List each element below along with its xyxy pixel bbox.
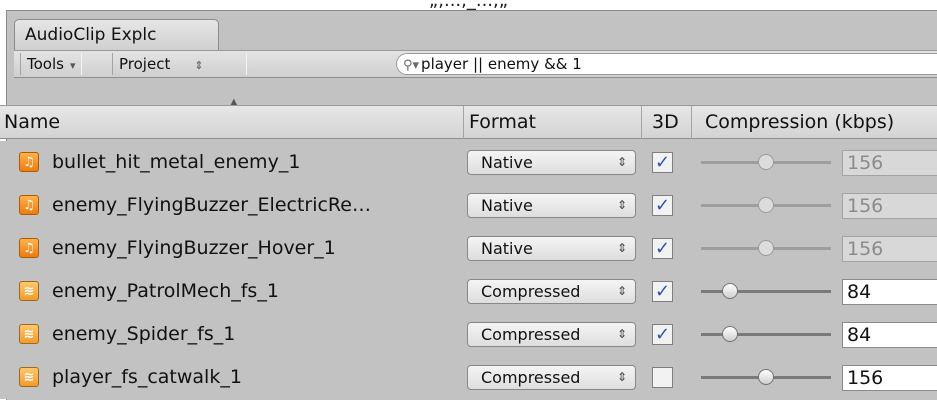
format-value: Compressed: [481, 325, 581, 344]
column-header-compression[interactable]: Compression (kbps): [692, 106, 937, 139]
tools-dropdown[interactable]: Tools ▾: [20, 53, 83, 75]
table-row[interactable]: ≋ player_fs_catwalk_1 Compressed ⇕ 156: [0, 356, 937, 399]
tab-audioclip-explorer[interactable]: AudioClip Explc: [14, 19, 219, 50]
compression-input: 156: [842, 193, 937, 219]
clip-name: enemy_PatrolMech_fs_1: [52, 280, 279, 302]
project-dropdown[interactable]: Project ⇕: [112, 53, 247, 75]
3d-checkbox[interactable]: ✓: [652, 152, 673, 173]
updown-arrow-icon: ⇕: [616, 370, 627, 384]
cropped-window-title: „,...,_...,„: [428, 0, 509, 11]
clip-name: enemy_Spider_fs_1: [52, 323, 236, 345]
compression-input[interactable]: 84: [842, 279, 937, 305]
updown-arrow-icon: ⇕: [616, 327, 627, 341]
format-dropdown[interactable]: Compressed ⇕: [467, 279, 636, 304]
compression-slider-knob[interactable]: [758, 240, 774, 256]
compressed-audio-icon: ≋: [19, 281, 39, 301]
updown-arrow-icon: ⇕: [616, 198, 627, 212]
column-header-3d[interactable]: 3D: [642, 106, 692, 139]
audio-clip-icon: ♫: [19, 238, 39, 258]
updown-arrow-icon: ⇕: [194, 59, 204, 72]
3d-checkbox[interactable]: ✓: [652, 324, 673, 345]
compression-slider-knob[interactable]: [722, 326, 738, 342]
3d-checkbox[interactable]: ✓: [652, 238, 673, 259]
compression-slider-track[interactable]: [701, 290, 831, 293]
format-value: Native: [481, 153, 533, 172]
3d-checkbox[interactable]: ✓: [652, 195, 673, 216]
format-dropdown[interactable]: Native ⇕: [467, 193, 636, 218]
updown-arrow-icon: ⇕: [616, 284, 627, 298]
tools-label: Tools: [27, 55, 64, 73]
format-value: Compressed: [481, 282, 581, 301]
compression-input: 156: [842, 150, 937, 176]
clip-name: enemy_FlyingBuzzer_Hover_1: [52, 237, 336, 259]
audio-clip-icon: ♫: [19, 152, 39, 172]
table-row[interactable]: ≋ enemy_PatrolMech_fs_1 Compressed ⇕ ✓ 8…: [0, 270, 937, 313]
updown-arrow-icon: ⇕: [616, 241, 627, 255]
3d-checkbox[interactable]: ✓: [652, 281, 673, 302]
project-label: Project: [119, 55, 171, 73]
search-icon[interactable]: ⚲▾: [403, 58, 419, 73]
compressed-audio-icon: ≋: [19, 324, 39, 344]
toolbar: Tools ▾ Project ⇕ ⚲▾ player || enemy && 1: [14, 50, 937, 78]
compression-input: 156: [842, 236, 937, 262]
format-value: Compressed: [481, 368, 581, 387]
compression-slider-knob[interactable]: [758, 154, 774, 170]
column-header-name[interactable]: Name: [0, 106, 464, 139]
compressed-audio-icon: ≋: [19, 367, 39, 387]
updown-arrow-icon: ⇕: [616, 155, 627, 169]
3d-checkbox[interactable]: [652, 367, 673, 388]
format-value: Native: [481, 239, 533, 258]
compression-slider-knob[interactable]: [722, 283, 738, 299]
clip-name: bullet_hit_metal_enemy_1: [52, 151, 301, 173]
clip-name: enemy_FlyingBuzzer_ElectricRe…: [52, 194, 371, 216]
search-input[interactable]: player || enemy && 1: [421, 55, 582, 73]
format-dropdown[interactable]: Compressed ⇕: [467, 322, 636, 347]
table-row[interactable]: ≋ enemy_Spider_fs_1 Compressed ⇕ ✓ 84: [0, 313, 937, 356]
compression-input[interactable]: 84: [842, 322, 937, 348]
table-header: Name Format 3D Compression (kbps): [0, 105, 937, 139]
table-row[interactable]: ♫ enemy_FlyingBuzzer_ElectricRe… Native …: [0, 184, 937, 227]
compression-input[interactable]: 156: [842, 365, 937, 391]
format-value: Native: [481, 196, 533, 215]
clip-name: player_fs_catwalk_1: [52, 366, 242, 388]
format-dropdown[interactable]: Compressed ⇕: [467, 365, 636, 390]
format-dropdown[interactable]: Native ⇕: [467, 236, 636, 261]
compression-slider-track[interactable]: [701, 333, 831, 336]
search-field[interactable]: ⚲▾ player || enemy && 1: [396, 53, 937, 75]
table-row[interactable]: ♫ enemy_FlyingBuzzer_Hover_1 Native ⇕ ✓ …: [0, 227, 937, 270]
table-row[interactable]: ♫ bullet_hit_metal_enemy_1 Native ⇕ ✓ 15…: [0, 141, 937, 184]
compression-slider-knob[interactable]: [758, 197, 774, 213]
dropdown-arrow-icon: ▾: [69, 59, 76, 72]
format-dropdown[interactable]: Native ⇕: [467, 150, 636, 175]
audio-clip-icon: ♫: [19, 195, 39, 215]
compression-slider-knob[interactable]: [758, 369, 774, 385]
column-header-format[interactable]: Format: [464, 106, 642, 139]
